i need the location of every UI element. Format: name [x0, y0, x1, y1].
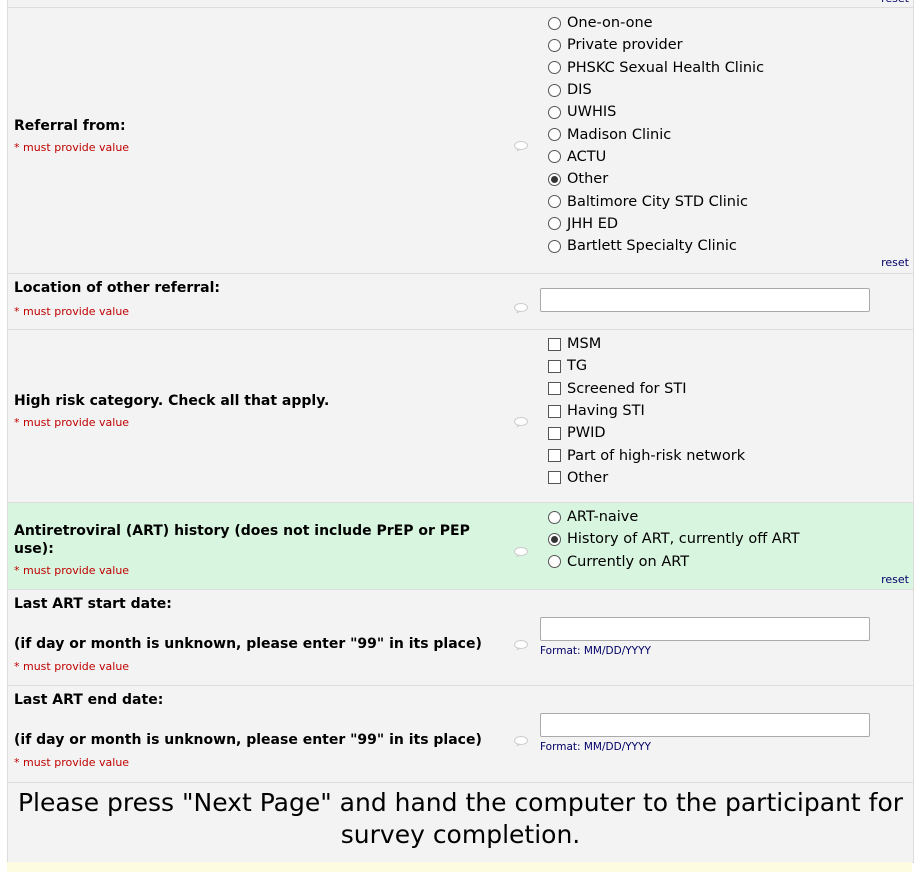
comment-icon[interactable] [514, 141, 528, 151]
required-note: * must provide value [14, 756, 130, 769]
next-page-notice: Please press "Next Page" and hand the co… [8, 783, 913, 863]
option-history-off-art[interactable]: History of ART, currently off ART [548, 528, 800, 550]
comment-icon[interactable] [514, 547, 528, 557]
required-note: * must provide value [14, 660, 130, 673]
art-history-options: ART-naive History of ART, currently off … [548, 506, 800, 573]
other-location-input[interactable] [540, 288, 870, 312]
question-art-end-date: Last ART end date: (if day or month is u… [8, 686, 913, 783]
checkbox-high-risk-network[interactable]: Part of high-risk network [548, 444, 745, 466]
checkbox[interactable] [548, 359, 561, 373]
option-other[interactable]: Other [548, 168, 764, 190]
radio-button[interactable] [548, 38, 561, 52]
date-format-hint: Format: MM/DD/YYYY [540, 645, 651, 657]
option-one-on-one[interactable]: One-on-one [548, 12, 764, 34]
art-start-date-input[interactable] [540, 617, 870, 641]
survey-form: reset Referral from: * must provide valu… [7, 0, 914, 863]
radio-button-selected[interactable] [548, 532, 561, 546]
radio-button[interactable] [548, 195, 561, 209]
radio-button[interactable] [548, 239, 561, 253]
previous-question-tail: reset [8, 0, 913, 8]
referral-options: One-on-one Private provider PHSKC Sexual… [548, 12, 764, 257]
required-note: * must provide value [14, 305, 130, 318]
question-note: (if day or month is unknown, please ente… [14, 636, 482, 652]
question-note: (if day or month is unknown, please ente… [14, 732, 482, 748]
option-actu[interactable]: ACTU [548, 146, 764, 168]
checkbox[interactable] [548, 382, 561, 396]
checkbox[interactable] [548, 449, 561, 463]
question-label: Last ART start date: [14, 596, 172, 612]
radio-button[interactable] [548, 105, 561, 119]
radio-button[interactable] [548, 16, 561, 30]
comment-icon[interactable] [514, 303, 528, 313]
radio-button[interactable] [548, 150, 561, 164]
comment-icon[interactable] [514, 640, 528, 650]
radio-button[interactable] [548, 61, 561, 75]
option-art-naive[interactable]: ART-naive [548, 506, 800, 528]
checkbox-having-sti[interactable]: Having STI [548, 400, 745, 422]
radio-button-selected[interactable] [548, 172, 561, 186]
art-end-date-input[interactable] [540, 713, 870, 737]
required-note: * must provide value [14, 141, 130, 154]
date-format-hint: Format: MM/DD/YYYY [540, 741, 651, 753]
question-referral: Referral from: * must provide value One-… [8, 8, 913, 274]
question-label: High risk category. Check all that apply… [14, 393, 330, 409]
checkbox-tg[interactable]: TG [548, 355, 745, 377]
question-label: Referral from: [14, 118, 126, 134]
option-uwhis[interactable]: UWHIS [548, 101, 764, 123]
checkbox-screened-sti[interactable]: Screened for STI [548, 378, 745, 400]
checkbox-msm[interactable]: MSM [548, 333, 745, 355]
next-section-strip [7, 862, 912, 872]
option-madison-clinic[interactable]: Madison Clinic [548, 123, 764, 145]
checkbox-other[interactable]: Other [548, 467, 745, 489]
required-note: * must provide value [14, 564, 130, 577]
radio-button[interactable] [548, 217, 561, 231]
question-art-history: Antiretroviral (ART) history (does not i… [8, 503, 913, 590]
high-risk-options: MSM TG Screened for STI Having STI PWID … [548, 333, 745, 489]
checkbox[interactable] [548, 471, 561, 485]
question-art-start-date: Last ART start date: (if day or month is… [8, 590, 913, 686]
question-other-location: Location of other referral: * must provi… [8, 274, 913, 330]
option-jhh-ed[interactable]: JHH ED [548, 213, 764, 235]
required-note: * must provide value [14, 416, 130, 429]
reset-link-referral[interactable]: reset [881, 256, 909, 269]
checkbox-pwid[interactable]: PWID [548, 422, 745, 444]
option-baltimore-clinic[interactable]: Baltimore City STD Clinic [548, 190, 764, 212]
question-label: Location of other referral: [14, 280, 221, 296]
checkbox[interactable] [548, 337, 561, 351]
radio-button[interactable] [548, 510, 561, 524]
option-currently-on-art[interactable]: Currently on ART [548, 551, 800, 573]
checkbox[interactable] [548, 404, 561, 418]
reset-link-previous[interactable]: reset [881, 0, 909, 5]
comment-icon[interactable] [514, 736, 528, 746]
reset-link-art-history[interactable]: reset [881, 573, 909, 586]
option-bartlett-clinic[interactable]: Bartlett Specialty Clinic [548, 235, 764, 257]
radio-button[interactable] [548, 128, 561, 142]
comment-icon[interactable] [514, 417, 528, 427]
radio-button[interactable] [548, 83, 561, 97]
option-phskc-clinic[interactable]: PHSKC Sexual Health Clinic [548, 57, 764, 79]
option-dis[interactable]: DIS [548, 79, 764, 101]
checkbox[interactable] [548, 426, 561, 440]
question-label: Last ART end date: [14, 692, 164, 708]
question-label: Antiretroviral (ART) history (does not i… [14, 523, 470, 557]
radio-button[interactable] [548, 555, 561, 569]
option-private-provider[interactable]: Private provider [548, 34, 764, 56]
question-high-risk: High risk category. Check all that apply… [8, 330, 913, 503]
